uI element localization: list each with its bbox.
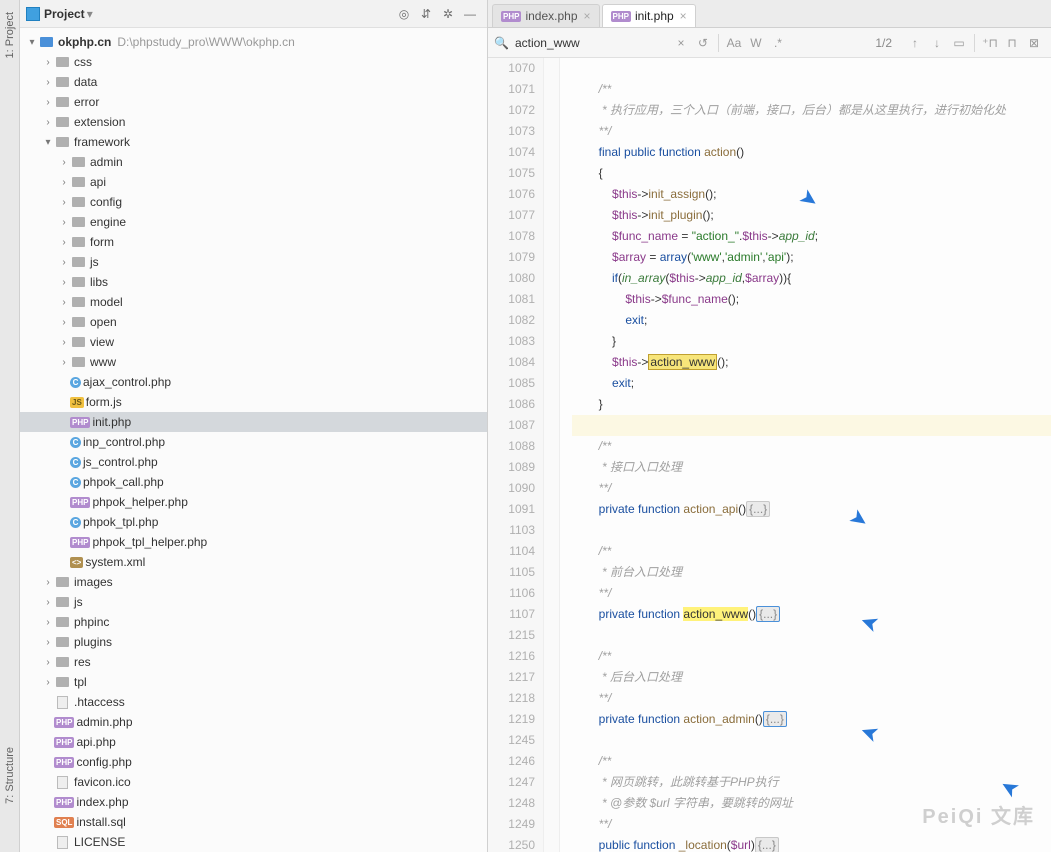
tree-node[interactable]: ›css — [20, 52, 487, 72]
chevron-down-icon[interactable]: ▾ — [87, 7, 93, 21]
tree-node[interactable]: ›admin — [20, 152, 487, 172]
history-icon[interactable]: ↺ — [692, 36, 714, 50]
next-match-icon[interactable]: ↓ — [926, 36, 948, 50]
tree-node[interactable]: PHPadmin.php — [20, 712, 487, 732]
tree-node[interactable]: ›open — [20, 312, 487, 332]
tree-node[interactable]: Cphpok_call.php — [20, 472, 487, 492]
tree-node[interactable]: LICENSE — [20, 832, 487, 852]
tree-node[interactable]: ▾okphp.cnD:\phpstudy_pro\WWW\okphp.cn — [20, 32, 487, 52]
editor-tab[interactable]: PHPinit.php× — [602, 4, 696, 27]
tree-node[interactable]: ›extension — [20, 112, 487, 132]
code-text[interactable]: ➤ ➤ ➤ ➤ ➤ PeiQi 文库 /** * 执行应用，三个入口（前端，接口… — [560, 58, 1051, 852]
editor-pane: PHPindex.php×PHPinit.php× 🔍 × ↺ Aa W .* … — [488, 0, 1051, 852]
tree-node[interactable]: PHPapi.php — [20, 732, 487, 752]
select-occ-icon[interactable]: ⊓ — [1001, 36, 1023, 50]
match-counter: 1/2 — [875, 36, 892, 50]
add-selection-icon[interactable]: ⁺⊓ — [979, 36, 1001, 50]
project-sidebar: Project ▾ ◎ ⇵ ✲ — ▾okphp.cnD:\phpstudy_p… — [20, 0, 488, 852]
tree-node[interactable]: ›js — [20, 592, 487, 612]
tree-node[interactable]: ›api — [20, 172, 487, 192]
tree-node[interactable]: ›plugins — [20, 632, 487, 652]
close-tab-icon[interactable]: × — [680, 9, 687, 23]
tree-node[interactable]: ›tpl — [20, 672, 487, 692]
search-icon: 🔍 — [494, 36, 509, 50]
tree-node[interactable]: Cjs_control.php — [20, 452, 487, 472]
prev-match-icon[interactable]: ↑ — [904, 36, 926, 50]
settings-icon[interactable]: ✲ — [437, 7, 459, 21]
watermark-text: PeiQi 文库 — [922, 807, 1035, 828]
fold-column[interactable] — [544, 58, 560, 852]
tree-node[interactable]: PHPindex.php — [20, 792, 487, 812]
match-case-icon[interactable]: Aa — [723, 36, 745, 50]
minimize-icon[interactable]: — — [459, 7, 481, 21]
find-bar: 🔍 × ↺ Aa W .* 1/2 ↑ ↓ ▭ ⁺⊓ ⊓ ⊠ — [488, 28, 1051, 58]
tree-node[interactable]: SQLinstall.sql — [20, 812, 487, 832]
close-tab-icon[interactable]: × — [584, 9, 591, 23]
tree-node[interactable]: PHPconfig.php — [20, 752, 487, 772]
tree-node[interactable]: ›libs — [20, 272, 487, 292]
editor-tab[interactable]: PHPindex.php× — [492, 4, 600, 27]
remove-occ-icon[interactable]: ⊠ — [1023, 36, 1045, 50]
project-icon — [26, 7, 40, 21]
select-all-icon[interactable]: ▭ — [948, 36, 970, 50]
tree-node[interactable]: ›res — [20, 652, 487, 672]
tree-node[interactable]: ▾framework — [20, 132, 487, 152]
tree-node[interactable]: ›www — [20, 352, 487, 372]
clear-search-icon[interactable]: × — [670, 36, 692, 50]
project-title[interactable]: Project — [44, 7, 85, 21]
tree-node[interactable]: ›form — [20, 232, 487, 252]
tree-node[interactable]: ›error — [20, 92, 487, 112]
tree-node[interactable]: Cinp_control.php — [20, 432, 487, 452]
tree-node[interactable]: PHPphpok_helper.php — [20, 492, 487, 512]
regex-icon[interactable]: .* — [767, 36, 789, 50]
tree-node[interactable]: ›model — [20, 292, 487, 312]
project-toolbar: Project ▾ ◎ ⇵ ✲ — — [20, 0, 487, 28]
tree-node[interactable]: PHPinit.php — [20, 412, 487, 432]
search-input[interactable] — [515, 36, 670, 50]
tree-node[interactable]: <>system.xml — [20, 552, 487, 572]
left-tool-rail: 1: Project 7: Structure — [0, 0, 20, 852]
tree-node[interactable]: favicon.ico — [20, 772, 487, 792]
tree-node[interactable]: ›js — [20, 252, 487, 272]
rail-structure-tab[interactable]: 7: Structure — [2, 739, 18, 812]
locate-icon[interactable]: ◎ — [393, 7, 415, 21]
tree-node[interactable]: ›engine — [20, 212, 487, 232]
tree-node[interactable]: JSform.js — [20, 392, 487, 412]
words-icon[interactable]: W — [745, 36, 767, 50]
tree-node[interactable]: ›data — [20, 72, 487, 92]
line-gutter: 1070107110721073107410751076107710781079… — [488, 58, 544, 852]
tree-node[interactable]: Cajax_control.php — [20, 372, 487, 392]
tree-node[interactable]: ›images — [20, 572, 487, 592]
project-tree[interactable]: ▾okphp.cnD:\phpstudy_pro\WWW\okphp.cn›cs… — [20, 28, 487, 852]
tree-node[interactable]: .htaccess — [20, 692, 487, 712]
tree-node[interactable]: ›phpinc — [20, 612, 487, 632]
sort-icon[interactable]: ⇵ — [415, 7, 437, 21]
tree-node[interactable]: ›config — [20, 192, 487, 212]
code-area[interactable]: 1070107110721073107410751076107710781079… — [488, 58, 1051, 852]
tree-node[interactable]: ›view — [20, 332, 487, 352]
tree-node[interactable]: PHPphpok_tpl_helper.php — [20, 532, 487, 552]
editor-tabs: PHPindex.php×PHPinit.php× — [488, 0, 1051, 28]
tree-node[interactable]: Cphpok_tpl.php — [20, 512, 487, 532]
rail-project-tab[interactable]: 1: Project — [2, 4, 18, 66]
